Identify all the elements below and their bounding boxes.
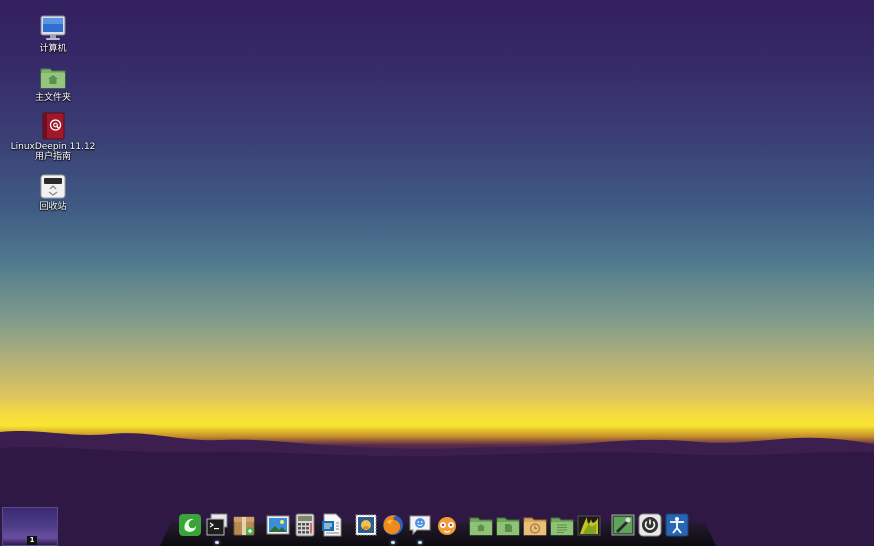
trash-icon [39,172,67,200]
desktop-icon-label: 回收站 [39,202,67,212]
dock-item-music-player[interactable] [435,512,459,538]
running-indicator [418,541,422,544]
dock-item-calculator[interactable] [293,512,317,538]
terminal-icon [206,513,228,536]
image-viewer-icon [266,515,290,535]
dock-item-home-folder[interactable] [469,512,493,538]
desktop-icon-trash[interactable]: 回收站 [8,172,98,212]
user-guide-book-icon [39,112,67,140]
dock-item-deepin-menu[interactable] [178,512,202,538]
mail-stamp-icon [355,514,377,536]
document-writer-icon [322,513,342,537]
home-folder-icon [39,63,67,91]
power-icon [638,513,662,537]
dock-item-accessibility[interactable] [665,512,689,538]
desktop-icon-label: LinuxDeepin 11.12 用户指南 [10,142,96,162]
dock-item-photos-folder[interactable] [577,512,601,538]
dock-item-chat-client[interactable] [408,512,432,544]
settings-icon [611,514,635,536]
firefox-icon [383,515,403,535]
dock-item-documents-folder[interactable] [496,512,520,538]
dock-item-recent-folder[interactable] [523,512,547,538]
dock-item-mail-client[interactable] [354,512,378,538]
desktop-icon-computer[interactable]: 计算机 [8,14,98,54]
desktop-icon-user-guide[interactable]: LinuxDeepin 11.12 用户指南 [8,112,98,162]
documents-folder-icon [496,517,520,536]
chat-bubble-icon [409,515,431,536]
workspace-switcher[interactable]: 1 [2,507,58,546]
desktop-icon-label: 主文件夹 [34,93,71,103]
photos-folder-icon [577,515,601,536]
dock-item-firefox[interactable] [381,512,405,544]
running-indicator [391,541,395,544]
desktop-background: 计算机 主文件夹 LinuxDeepin 11.12 用户指南 回收站 1 [0,0,874,546]
desktop-icon-label: 计算机 [39,44,67,54]
recent-clock-folder-icon [523,517,547,536]
dock-item-system-settings[interactable] [611,512,635,538]
dock-item-text-folder[interactable] [550,512,574,538]
running-indicator [215,541,219,544]
desktop-icon-home-folder[interactable]: 主文件夹 [8,63,98,103]
music-player-icon [438,517,456,535]
accessibility-icon [665,513,689,537]
dock-item-image-viewer[interactable] [266,512,290,538]
dock-item-shutdown[interactable] [638,512,662,538]
dock [178,508,692,544]
workspace-number: 1 [27,536,37,545]
computer-monitor-icon [39,14,67,42]
text-folder-icon [550,517,574,536]
package-icon [233,516,255,536]
dock-item-package-manager[interactable] [232,512,256,538]
dock-item-terminal[interactable] [205,512,229,544]
home-folder-icon [469,517,493,536]
dock-item-document-writer[interactable] [320,512,344,538]
deepin-logo-icon [179,514,201,536]
calculator-icon [295,513,315,537]
